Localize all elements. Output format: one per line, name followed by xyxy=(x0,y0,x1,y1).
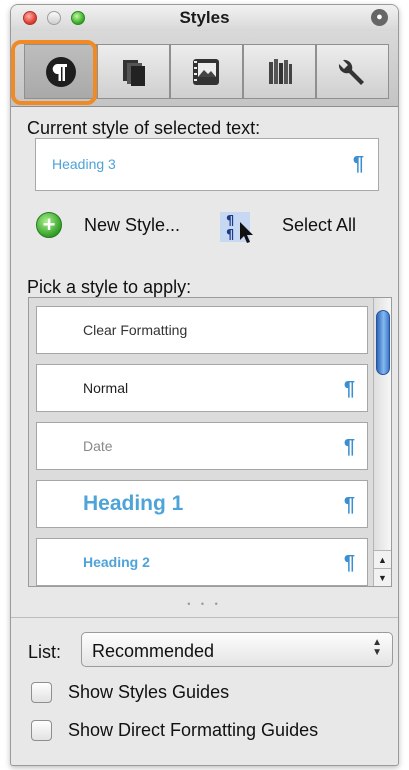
paragraph-style-icon: ¶ xyxy=(343,494,355,516)
media-icon xyxy=(192,58,219,85)
styles-list: Clear Formatting Normal ¶ Date ¶ Heading… xyxy=(28,297,392,587)
show-styles-guides-checkbox[interactable] xyxy=(31,682,52,703)
current-style-value: Heading 3 xyxy=(52,156,116,172)
divider xyxy=(11,617,398,618)
list-scrollbar[interactable]: ▲ ▼ xyxy=(373,298,391,586)
scrollbar-thumb[interactable] xyxy=(376,310,390,375)
add-icon[interactable]: + xyxy=(36,212,62,238)
paragraph-style-icon: ¶ xyxy=(343,552,355,574)
pick-style-label: Pick a style to apply: xyxy=(27,277,192,297)
current-style-field: Heading 3 ¶ xyxy=(35,138,379,191)
active-tab-highlight xyxy=(11,40,97,105)
list-filter-value: Recommended xyxy=(92,641,215,661)
window-title: Styles xyxy=(179,8,230,27)
show-direct-formatting-guides-label[interactable]: Show Direct Formatting Guides xyxy=(68,720,318,741)
style-item-clear-formatting[interactable]: Clear Formatting xyxy=(36,306,368,354)
toolbox-toolbar xyxy=(11,31,398,107)
toolbar-toggle-icon[interactable]: ● xyxy=(371,9,388,26)
list-filter-select[interactable]: Recommended ▲ ▼ xyxy=(81,632,393,667)
tab-library[interactable] xyxy=(243,44,316,99)
select-all-icon[interactable]: ¶ ¶ xyxy=(218,210,260,244)
svg-text:¶: ¶ xyxy=(226,214,234,229)
style-item-normal[interactable]: Normal ¶ xyxy=(36,364,368,412)
style-item-name: Heading 1 xyxy=(83,492,184,515)
pages-icon xyxy=(122,59,145,86)
style-item-heading-2[interactable]: Heading 2 ¶ xyxy=(36,538,368,586)
show-direct-formatting-guides-checkbox[interactable] xyxy=(31,720,52,741)
title-bar: Styles ● xyxy=(11,5,398,31)
select-all-button[interactable]: Select All xyxy=(282,215,356,236)
chevron-updown-icon: ▲ ▼ xyxy=(372,637,382,658)
paragraph-style-icon: ¶ xyxy=(352,153,364,175)
tab-pages[interactable] xyxy=(97,44,170,99)
svg-text:¶: ¶ xyxy=(226,228,234,243)
style-item-name: Clear Formatting xyxy=(83,322,188,338)
style-item-heading-1[interactable]: Heading 1 ¶ xyxy=(36,480,368,528)
scroll-up-arrow-icon[interactable]: ▲ xyxy=(374,550,391,568)
tab-media[interactable] xyxy=(170,44,243,99)
style-item-name: Normal xyxy=(83,380,129,396)
styles-palette: Styles ● Current style of selected text:… xyxy=(10,4,399,766)
show-styles-guides-label[interactable]: Show Styles Guides xyxy=(68,682,229,703)
list-filter-label: List: xyxy=(28,642,62,662)
paragraph-style-icon: ¶ xyxy=(343,378,355,400)
style-item-name: Date xyxy=(83,438,113,454)
library-icon xyxy=(268,58,292,84)
wrench-icon xyxy=(338,59,364,85)
scroll-down-arrow-icon[interactable]: ▼ xyxy=(374,568,391,586)
new-style-button[interactable]: New Style... xyxy=(84,215,180,236)
style-item-name: Heading 2 xyxy=(83,554,150,570)
current-style-label: Current style of selected text: xyxy=(27,118,261,138)
tab-tools[interactable] xyxy=(316,44,389,99)
style-item-date[interactable]: Date ¶ xyxy=(36,422,368,470)
paragraph-style-icon: ¶ xyxy=(343,436,355,458)
resize-handle[interactable]: • • • xyxy=(11,599,398,609)
